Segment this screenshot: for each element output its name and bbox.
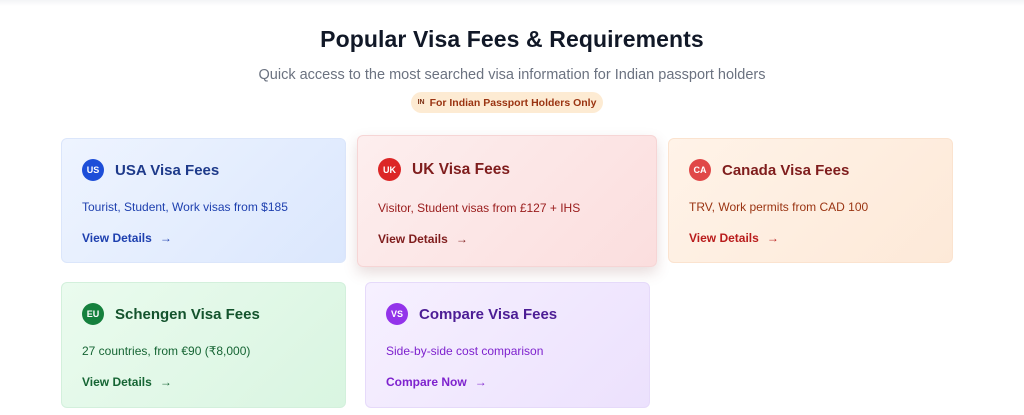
schengen-visa-card[interactable]: EU Schengen Visa Fees 27 countries, from…: [61, 282, 346, 408]
compare-visa-card[interactable]: VS Compare Visa Fees Side-by-side cost c…: [365, 282, 650, 408]
uk-visa-card[interactable]: UK UK Visa Fees Visitor, Student visas f…: [357, 135, 657, 267]
card-header: VS Compare Visa Fees: [386, 303, 557, 325]
india-flag-icon: IN: [417, 99, 425, 106]
ca-flag-icon: CA: [689, 159, 711, 181]
link-label: View Details: [82, 375, 152, 389]
card-description: 27 countries, from €90 (₹8,000): [82, 344, 251, 358]
arrow-right-icon: →: [766, 231, 779, 245]
usa-visa-card[interactable]: US USA Visa Fees Tourist, Student, Work …: [61, 138, 346, 263]
card-description: Visitor, Student visas from £127 + IHS: [378, 201, 581, 215]
card-title: USA Visa Fees: [115, 161, 220, 179]
link-label: View Details: [378, 232, 448, 246]
us-flag-icon: US: [82, 159, 104, 181]
uk-flag-icon: UK: [378, 158, 401, 181]
card-title: UK Visa Fees: [412, 160, 510, 178]
view-details-link[interactable]: View Details →: [378, 232, 468, 246]
arrow-right-icon: →: [474, 375, 487, 389]
link-label: View Details: [82, 231, 152, 245]
view-details-link[interactable]: View Details →: [689, 231, 779, 245]
vs-compare-icon: VS: [386, 303, 408, 325]
card-description: Side-by-side cost comparison: [386, 344, 544, 358]
card-title: Canada Visa Fees: [722, 161, 850, 179]
view-details-link[interactable]: View Details →: [82, 375, 172, 389]
view-details-link[interactable]: View Details →: [82, 231, 172, 245]
card-title: Compare Visa Fees: [419, 305, 558, 323]
arrow-right-icon: →: [159, 231, 172, 245]
page-title: Popular Visa Fees & Requirements: [320, 26, 704, 52]
top-divider: [0, 0, 1024, 6]
canada-visa-card[interactable]: CA Canada Visa Fees TRV, Work permits fr…: [668, 138, 953, 263]
page-subtitle: Quick access to the most searched visa i…: [258, 67, 766, 83]
compare-now-link[interactable]: Compare Now →: [386, 375, 487, 389]
card-header: CA Canada Visa Fees: [689, 159, 849, 181]
arrow-right-icon: →: [455, 232, 468, 246]
card-title: Schengen Visa Fees: [115, 305, 260, 323]
link-label: View Details: [689, 231, 759, 245]
eu-flag-icon: EU: [82, 303, 104, 325]
arrow-right-icon: →: [159, 375, 172, 389]
card-description: Tourist, Student, Work visas from $185: [82, 200, 288, 214]
card-header: EU Schengen Visa Fees: [82, 303, 260, 325]
passport-badge: IN For Indian Passport Holders Only: [411, 92, 603, 113]
card-description: TRV, Work permits from CAD 100: [689, 200, 869, 214]
card-header: US USA Visa Fees: [82, 159, 219, 181]
link-label: Compare Now: [386, 375, 467, 389]
card-header: UK UK Visa Fees: [378, 158, 510, 181]
badge-label: For Indian Passport Holders Only: [429, 96, 597, 109]
